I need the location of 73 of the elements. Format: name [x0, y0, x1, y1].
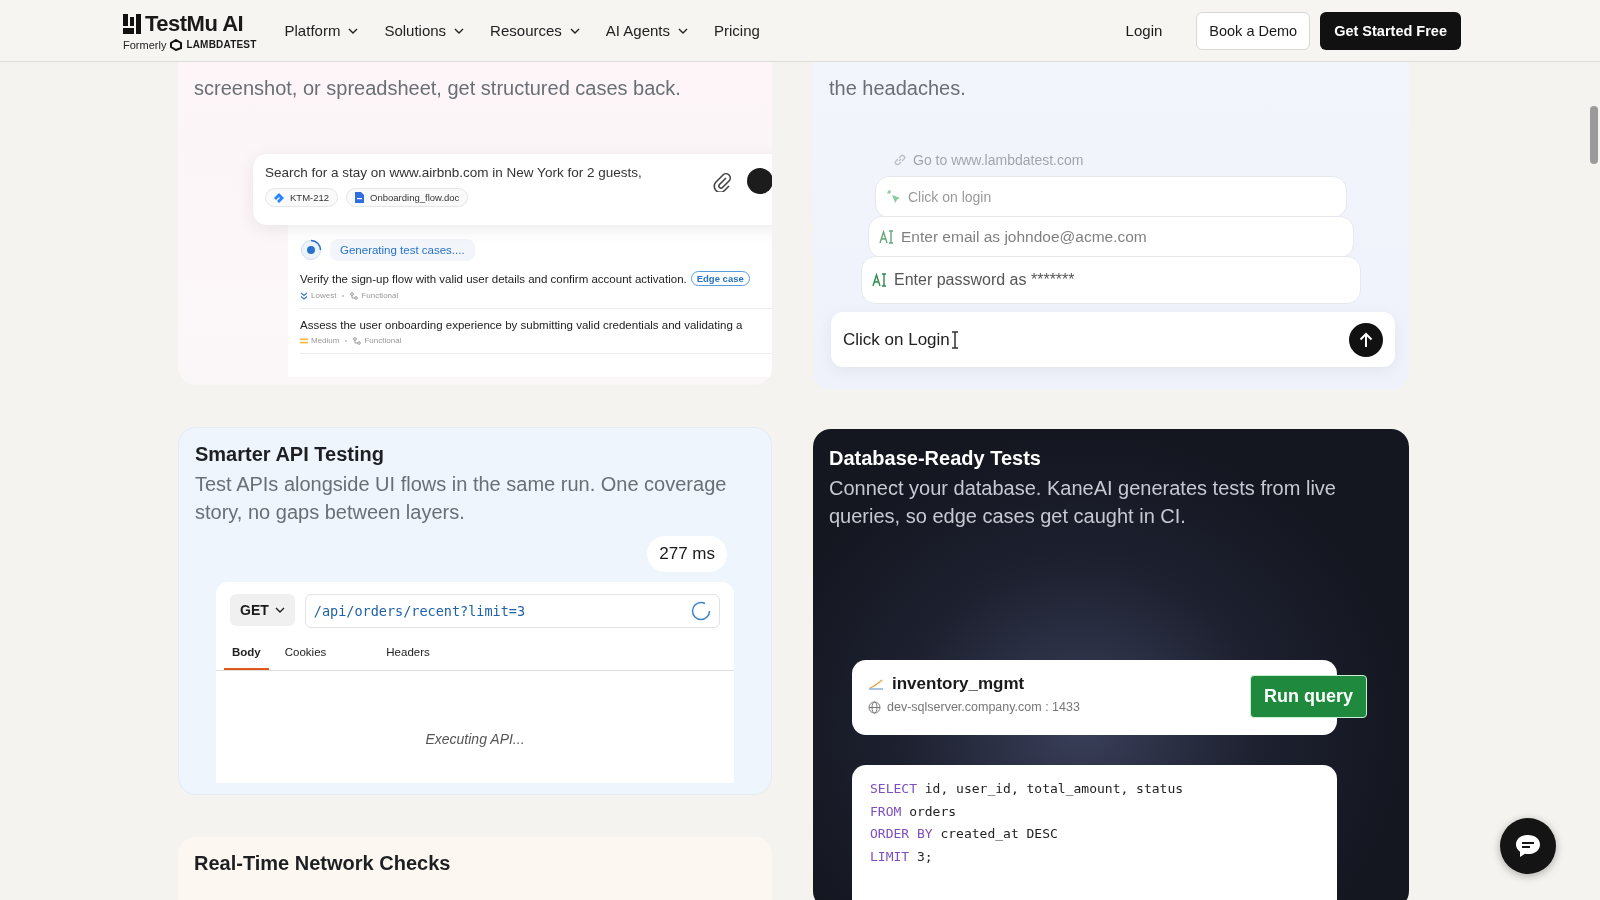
- url-field[interactable]: /api/orders/recent?limit=3: [304, 594, 720, 628]
- priority-label: Lowest: [311, 291, 337, 300]
- get-started-button[interactable]: Get Started Free: [1320, 11, 1461, 50]
- response-tab[interactable]: Cookies: [276, 636, 335, 670]
- flow-icon: [353, 336, 362, 345]
- step-text: Enter email as johndoe@acme.com: [901, 228, 1147, 246]
- test-type-label: Functional: [361, 291, 399, 300]
- formerly-label: Formerly: [123, 38, 167, 51]
- link-icon: [893, 153, 907, 167]
- former-brand-name: LAMBDATEST: [186, 39, 257, 50]
- card-description: Connect your database. KaneAI generates tests from live queries, so edge cases get caught in CI.: [829, 476, 1337, 529]
- run-query-button[interactable]: Run query: [1250, 675, 1367, 718]
- card-title: Smarter API Testing: [195, 443, 385, 466]
- command-text: Click on Login: [843, 329, 950, 350]
- prompt-text: Search for a stay on www.airbnb.com in New York for 2 guests,: [265, 165, 643, 180]
- step-text: Click on login: [908, 189, 992, 205]
- test-type-label: Functional: [364, 336, 402, 345]
- card-description: the headaches.: [829, 76, 967, 101]
- text-input-icon: [879, 230, 895, 244]
- database-host: dev-sqlserver.company.com : 1433: [887, 700, 1080, 714]
- database-name: inventory_mgmt: [892, 674, 1025, 694]
- double-chevron-down-icon: [300, 291, 308, 300]
- chat-bubble-icon: [1514, 833, 1542, 859]
- response-time-badge: 277 ms: [647, 536, 727, 572]
- test-case-title: Assess the user onboarding experience by submitting valid credentials and validating a: [300, 319, 743, 331]
- chevron-down-icon: [274, 607, 285, 613]
- code-line: ORDER BY created_at DESC: [870, 826, 1059, 843]
- database-logo-icon: [868, 678, 884, 690]
- priority-label: Medium: [311, 336, 340, 345]
- logo-icon: [123, 13, 141, 34]
- response-tab[interactable]: Headers: [378, 636, 438, 670]
- book-demo-button[interactable]: Book a Demo: [1196, 11, 1311, 50]
- arrow-up-icon: [1359, 331, 1373, 348]
- method-dropdown[interactable]: GET: [230, 594, 295, 626]
- chat-button[interactable]: [1500, 818, 1556, 874]
- nav-menu-item[interactable]: Pricing: [714, 22, 760, 39]
- prompt-box[interactable]: Search for a stay on www.airbnb.com in New York for 2 guests, KTM-212 Onboarding_flow.doc: [253, 154, 772, 225]
- attachment-chip[interactable]: KTM-212: [265, 188, 339, 207]
- executing-status: Executing API...: [424, 731, 526, 747]
- card-title: Real-Time Network Checks: [194, 852, 452, 875]
- paperclip-icon[interactable]: [713, 172, 731, 192]
- send-button[interactable]: [747, 168, 772, 194]
- code-line: SELECT id, user_id, total_amount, status: [870, 781, 1185, 798]
- text-cursor-icon: [949, 330, 960, 349]
- scrollbar-thumb[interactable]: [1590, 106, 1598, 164]
- loading-spinner-icon: [691, 601, 711, 621]
- submit-button[interactable]: [1349, 322, 1383, 357]
- card-title: Database-Ready Tests: [829, 447, 1042, 470]
- spinner-icon: [300, 239, 322, 261]
- flow-icon: [350, 291, 359, 300]
- code-line: FROM orders: [870, 803, 958, 821]
- step-text: Go to www.lambdatest.com: [913, 152, 1084, 168]
- step-text: Enter password as *******: [894, 271, 1075, 289]
- cursor-click-icon: [886, 189, 902, 205]
- code-line: LIMIT 3;: [870, 848, 934, 866]
- attachment-chip[interactable]: Onboarding_flow.doc: [346, 188, 469, 207]
- jira-icon: [274, 192, 284, 203]
- command-input[interactable]: Click on Login: [831, 312, 1395, 367]
- nav-menu-item[interactable]: Platform: [284, 22, 359, 39]
- card-description: screenshot, or spreadsheet, get structured cases back.: [194, 76, 682, 101]
- test-case-title: Verify the sign-up flow with valid user details and confirm account activation.: [300, 272, 687, 285]
- nav-menu-item[interactable]: Solutions: [384, 22, 465, 39]
- generating-status: Generating test cases....: [330, 239, 475, 261]
- brand-name[interactable]: TestMu AI: [145, 10, 244, 37]
- nav-menu-item[interactable]: AI Agents: [605, 22, 689, 39]
- equal-bars-icon: [300, 337, 308, 344]
- nav-menu-item[interactable]: Resources: [490, 22, 580, 39]
- response-tab[interactable]: Body: [224, 636, 269, 670]
- login-link[interactable]: Login: [1125, 22, 1187, 39]
- document-icon: [355, 192, 365, 203]
- card-description: Test APIs alongside UI flows in the same run. One coverage story, no gaps between layers.: [195, 472, 728, 525]
- text-input-icon: [872, 273, 888, 287]
- globe-icon: [868, 700, 881, 714]
